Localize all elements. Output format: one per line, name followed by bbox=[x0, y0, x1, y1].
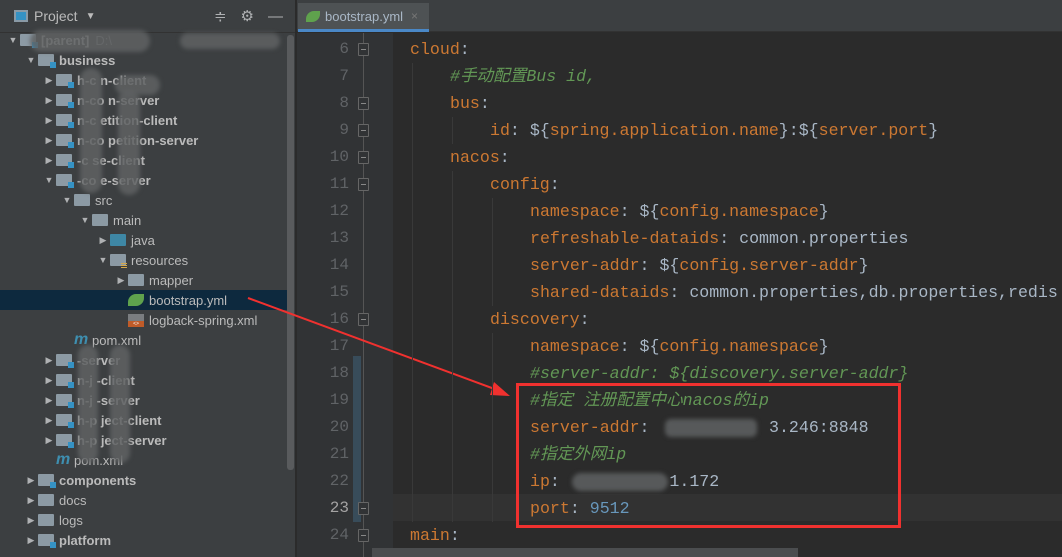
indent-guide bbox=[412, 414, 413, 441]
line-number: 13 bbox=[329, 229, 349, 247]
indent-guide bbox=[452, 387, 453, 414]
indent-guide bbox=[452, 171, 453, 198]
indent-guide bbox=[452, 279, 453, 306]
indent-guide bbox=[452, 414, 453, 441]
indent-guide bbox=[412, 225, 413, 252]
indent-guide bbox=[492, 279, 493, 306]
fold-marker-icon[interactable] bbox=[358, 178, 369, 191]
indent-guide bbox=[412, 279, 413, 306]
indent-guide bbox=[412, 117, 413, 144]
line-number: 21 bbox=[329, 445, 349, 463]
indent-guide bbox=[412, 360, 413, 387]
line-number: 22 bbox=[329, 472, 349, 490]
line-number: 6 bbox=[339, 40, 349, 58]
indent-guide bbox=[412, 306, 413, 333]
annotation-arrow bbox=[247, 297, 510, 396]
indent-guide bbox=[492, 333, 493, 360]
indent-guide bbox=[412, 387, 413, 414]
line-number: 15 bbox=[329, 283, 349, 301]
fold-marker-icon[interactable] bbox=[358, 43, 369, 56]
line-number: 9 bbox=[339, 121, 349, 139]
indent-guide bbox=[412, 468, 413, 495]
fold-marker-icon[interactable] bbox=[358, 151, 369, 164]
indent-guide bbox=[452, 117, 453, 144]
indent-guide bbox=[452, 495, 453, 522]
indent-guide bbox=[492, 387, 493, 414]
indent-guide bbox=[452, 306, 453, 333]
line-number: 8 bbox=[339, 94, 349, 112]
indent-guide bbox=[412, 171, 413, 198]
fold-marker-icon[interactable] bbox=[358, 313, 369, 326]
indent-guide bbox=[492, 468, 493, 495]
indent-guide bbox=[492, 414, 493, 441]
indent-guide bbox=[492, 360, 493, 387]
indent-guide bbox=[452, 225, 453, 252]
line-number: 17 bbox=[329, 337, 349, 355]
fold-marker-icon[interactable] bbox=[358, 97, 369, 110]
indent-guide bbox=[412, 63, 413, 90]
indent-guide bbox=[452, 333, 453, 360]
fold-marker-icon[interactable] bbox=[358, 502, 369, 515]
line-number: 23 bbox=[329, 499, 349, 517]
indent-guide bbox=[492, 495, 493, 522]
indent-guide bbox=[412, 333, 413, 360]
indent-guide bbox=[412, 252, 413, 279]
line-number: 16 bbox=[329, 310, 349, 328]
indent-guide bbox=[412, 144, 413, 171]
indent-guide bbox=[412, 495, 413, 522]
line-number: 19 bbox=[329, 391, 349, 409]
line-number: 24 bbox=[329, 526, 349, 544]
line-number: 20 bbox=[329, 418, 349, 436]
fold-marker-icon[interactable] bbox=[358, 124, 369, 137]
indent-guide bbox=[412, 90, 413, 117]
line-number: 12 bbox=[329, 202, 349, 220]
indent-guide bbox=[452, 360, 453, 387]
indent-guide bbox=[452, 468, 453, 495]
line-number: 18 bbox=[329, 364, 349, 382]
line-number: 7 bbox=[339, 67, 349, 85]
line-number: 10 bbox=[329, 148, 349, 166]
indent-guide bbox=[492, 441, 493, 468]
indent-guide bbox=[492, 252, 493, 279]
line-number: 14 bbox=[329, 256, 349, 274]
indent-guide bbox=[412, 441, 413, 468]
indent-guide bbox=[412, 198, 413, 225]
indent-guide bbox=[452, 441, 453, 468]
indent-guide bbox=[492, 225, 493, 252]
indent-guide bbox=[452, 198, 453, 225]
indent-guide bbox=[452, 252, 453, 279]
line-number: 11 bbox=[329, 175, 349, 193]
fold-marker-icon[interactable] bbox=[358, 529, 369, 542]
indent-guide bbox=[492, 198, 493, 225]
